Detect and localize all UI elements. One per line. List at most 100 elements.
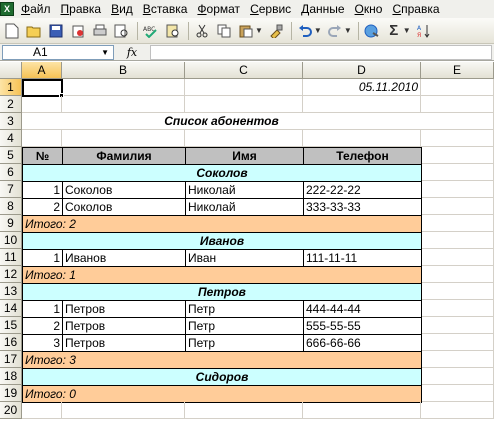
surname-cell[interactable]: Петров (62, 300, 186, 318)
name-box[interactable]: A1 ▼ (2, 44, 114, 60)
group-total[interactable]: Итого: 3 (22, 351, 422, 369)
group-header[interactable]: Иванов (22, 232, 422, 250)
redo-dropdown-icon[interactable]: ▼ (344, 26, 352, 35)
phone-cell[interactable]: 111-11-11 (303, 249, 422, 267)
column-header-d[interactable]: D (303, 62, 421, 79)
row-header[interactable]: 3 (0, 113, 22, 130)
name-cell[interactable]: Петр (185, 317, 304, 335)
autosum-dropdown-icon[interactable]: ▼ (403, 26, 411, 35)
surname-cell[interactable]: Соколов (62, 198, 186, 216)
paste-icon[interactable] (236, 21, 256, 41)
surname-cell[interactable]: Петров (62, 317, 186, 335)
menu-data[interactable]: Данные (296, 0, 349, 18)
row-header[interactable]: 19 (0, 385, 22, 402)
row-header[interactable]: 14 (0, 300, 22, 317)
permission-icon[interactable] (68, 21, 88, 41)
header-phone[interactable]: Телефон (303, 147, 422, 165)
row-header[interactable]: 18 (0, 368, 22, 385)
formula-input[interactable] (150, 44, 492, 60)
undo-icon[interactable] (295, 21, 315, 41)
group-total[interactable]: Итого: 1 (22, 266, 422, 284)
header-surname[interactable]: Фамилия (62, 147, 186, 165)
open-icon[interactable] (24, 21, 44, 41)
redo-icon[interactable] (325, 21, 345, 41)
insert-function-button[interactable]: fx (114, 46, 150, 59)
number-cell[interactable]: 3 (22, 334, 63, 352)
group-header[interactable]: Петров (22, 283, 422, 301)
save-icon[interactable] (46, 21, 66, 41)
row-header[interactable]: 17 (0, 351, 22, 368)
row-header[interactable]: 9 (0, 215, 22, 232)
phone-cell[interactable]: 666-66-66 (303, 334, 422, 352)
paste-dropdown-icon[interactable]: ▼ (255, 26, 263, 35)
spelling-icon[interactable]: ABC (141, 21, 161, 41)
row-header[interactable]: 13 (0, 283, 22, 300)
menu-help[interactable]: Справка (387, 0, 444, 18)
header-number[interactable]: № (22, 147, 63, 165)
group-header[interactable]: Сидоров (22, 368, 422, 386)
cut-icon[interactable] (192, 21, 212, 41)
group-total[interactable]: Итого: 2 (22, 215, 422, 233)
group-total[interactable]: Итого: 0 (22, 385, 422, 403)
header-name[interactable]: Имя (185, 147, 304, 165)
phone-cell[interactable]: 444-44-44 (303, 300, 422, 318)
phone-cell[interactable]: 222-22-22 (303, 181, 422, 199)
number-cell[interactable]: 1 (22, 300, 63, 318)
select-all-corner[interactable] (0, 62, 22, 79)
name-cell[interactable]: Иван (185, 249, 304, 267)
hyperlink-icon[interactable] (362, 21, 382, 41)
new-icon[interactable] (2, 21, 22, 41)
row-header[interactable]: 8 (0, 198, 22, 215)
undo-dropdown-icon[interactable]: ▼ (314, 26, 322, 35)
name-cell[interactable]: Петр (185, 334, 304, 352)
print-icon[interactable] (90, 21, 110, 41)
number-cell[interactable]: 1 (22, 249, 63, 267)
surname-cell[interactable]: Петров (62, 334, 186, 352)
copy-icon[interactable] (214, 21, 234, 41)
excel-app-icon[interactable]: X (0, 2, 14, 16)
menu-tools[interactable]: Сервис (245, 0, 296, 18)
row-header[interactable]: 2 (0, 96, 22, 113)
print-preview-icon[interactable] (112, 21, 132, 41)
name-cell[interactable]: Петр (185, 300, 304, 318)
menu-insert[interactable]: Вставка (138, 0, 193, 18)
number-cell[interactable]: 2 (22, 317, 63, 335)
number-cell[interactable]: 1 (22, 181, 63, 199)
sort-icon[interactable]: AЯ (414, 21, 434, 41)
name-cell[interactable]: Николай (185, 198, 304, 216)
row-header[interactable]: 1 (0, 79, 22, 96)
row-header[interactable]: 12 (0, 266, 22, 283)
phone-cell[interactable]: 333-33-33 (303, 198, 422, 216)
row-header[interactable]: 11 (0, 249, 22, 266)
format-painter-icon[interactable] (266, 21, 286, 41)
row-header[interactable]: 4 (0, 130, 22, 147)
row-header[interactable]: 6 (0, 164, 22, 181)
row-header[interactable]: 10 (0, 232, 22, 249)
number-cell[interactable]: 2 (22, 198, 63, 216)
research-icon[interactable] (163, 21, 183, 41)
sheet-title[interactable]: Список абонентов (22, 113, 421, 130)
column-header-e[interactable]: E (421, 62, 494, 79)
surname-cell[interactable]: Соколов (62, 181, 186, 199)
row-header[interactable]: 7 (0, 181, 22, 198)
date-cell[interactable]: 05.11.2010 (303, 79, 421, 96)
row-header[interactable]: 16 (0, 334, 22, 351)
row-header[interactable]: 5 (0, 147, 22, 164)
surname-cell[interactable]: Иванов (62, 249, 186, 267)
column-header-a[interactable]: A (22, 62, 62, 79)
menu-window[interactable]: Окно (350, 0, 388, 18)
menu-view[interactable]: Вид (106, 0, 138, 18)
chevron-down-icon[interactable]: ▼ (101, 48, 109, 57)
phone-cell[interactable]: 555-55-55 (303, 317, 422, 335)
menu-edit[interactable]: Правка (56, 0, 107, 18)
name-cell[interactable]: Николай (185, 181, 304, 199)
row-header[interactable]: 15 (0, 317, 22, 334)
column-header-b[interactable]: B (62, 62, 185, 79)
menu-format[interactable]: Формат (192, 0, 245, 18)
menu-file[interactable]: Файл (16, 0, 56, 18)
selected-cell-a1[interactable] (22, 79, 63, 97)
column-header-c[interactable]: C (185, 62, 303, 79)
autosum-icon[interactable]: Σ (384, 21, 404, 41)
group-header[interactable]: Соколов (22, 164, 422, 182)
row-header[interactable]: 20 (0, 402, 22, 419)
